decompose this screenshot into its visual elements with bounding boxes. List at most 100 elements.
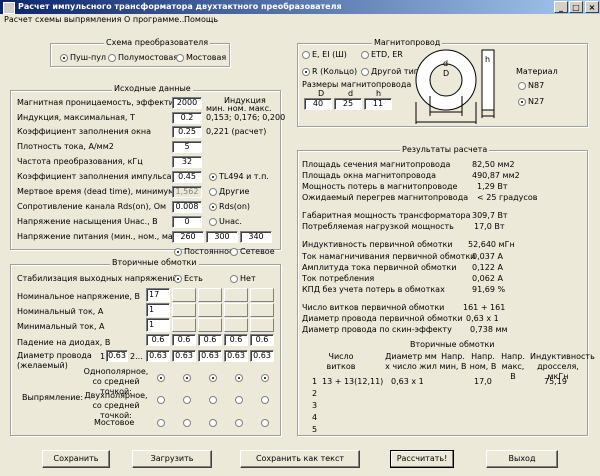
cell-nominal-voltage[interactable] — [172, 288, 196, 302]
result-label: Ток потребления — [302, 274, 375, 283]
label-dc-supply: Постоянное — [184, 247, 234, 256]
input-usat[interactable]: 0 — [172, 216, 202, 228]
cell-min-current[interactable] — [250, 318, 274, 332]
cell-nominal-voltage[interactable] — [224, 288, 248, 302]
save-button[interactable]: Сохранить — [42, 450, 110, 468]
window-title: Расчет импульсного трансформатора двухта… — [18, 2, 342, 11]
cell-nominal-current[interactable]: 1 — [146, 303, 170, 317]
radio-rect-bipolar[interactable] — [157, 396, 165, 404]
cell-min-current[interactable] — [224, 318, 248, 332]
close-button[interactable]: × — [585, 1, 599, 13]
cell-wire-diameter[interactable]: 0.63 — [198, 350, 222, 362]
radio-rect-single[interactable] — [183, 374, 191, 382]
radio-core-e[interactable] — [302, 51, 310, 59]
result-value: 0,062 А — [472, 274, 503, 283]
radio-rect-bipolar[interactable] — [261, 396, 269, 404]
input-rds[interactable]: 0.008 — [172, 201, 202, 213]
minimize-button[interactable]: _ — [554, 1, 568, 13]
radio-tl494[interactable] — [209, 173, 217, 181]
radio-rect-single[interactable] — [209, 374, 217, 382]
cell-diode-drop[interactable]: 0.6 — [198, 334, 222, 346]
input-dim-h[interactable]: 11 — [364, 98, 392, 110]
menu-rectifier[interactable]: Расчет схемы выпрямления — [4, 14, 121, 26]
label-current-density: Плотность тока, А/мм2 — [17, 142, 114, 151]
radio-mains-supply[interactable] — [230, 248, 238, 256]
sec-row-num: 4 — [312, 413, 318, 422]
maximize-button[interactable]: □ — [569, 1, 583, 13]
radio-stab-yes[interactable] — [174, 275, 182, 283]
radio-material-n27[interactable] — [518, 98, 526, 106]
result-value: 1,29 Вт — [477, 182, 508, 191]
load-button[interactable]: Загрузить — [132, 450, 212, 468]
radio-other-controller[interactable] — [209, 188, 217, 196]
label-stab-yes: Есть — [184, 274, 203, 283]
cell-nominal-current[interactable] — [198, 303, 222, 317]
input-dim-d[interactable]: 25 — [334, 98, 362, 110]
cell-wire-diameter[interactable]: 0.63 — [224, 350, 248, 362]
cell-nominal-voltage[interactable] — [250, 288, 274, 302]
input-dim-D[interactable]: 40 — [304, 98, 332, 110]
radio-rect-single[interactable] — [261, 374, 269, 382]
toroid-label-D: D — [443, 69, 450, 78]
wire-secondary-index: 2... — [130, 352, 143, 361]
radio-material-n87[interactable] — [518, 82, 526, 90]
cell-min-current[interactable] — [172, 318, 196, 332]
save-as-text-button[interactable]: Сохранить как текст — [240, 450, 360, 468]
exit-button[interactable]: Выход — [486, 450, 558, 468]
input-wire-primary[interactable]: 0.63 — [106, 350, 128, 362]
cell-nominal-current[interactable] — [172, 303, 196, 317]
cell-nominal-current[interactable] — [224, 303, 248, 317]
input-current-density[interactable]: 5 — [172, 141, 202, 153]
input-induction[interactable]: 0.2 — [172, 112, 202, 124]
input-permeability[interactable]: 2000 — [172, 97, 202, 109]
radio-push-pull[interactable] — [60, 54, 68, 62]
input-supply-max[interactable]: 340 — [240, 231, 272, 243]
radio-dc-supply[interactable] — [174, 248, 182, 256]
label-rds: Сопротивление канала Rds(on), Ом — [17, 202, 167, 211]
cell-wire-diameter[interactable]: 0.63 — [250, 350, 274, 362]
radio-half-bridge[interactable] — [108, 54, 116, 62]
cell-diode-drop[interactable]: 0.6 — [146, 334, 170, 346]
cell-diode-drop[interactable]: 0.6 — [224, 334, 248, 346]
calculate-button[interactable]: Рассчитать! — [390, 450, 454, 468]
cell-wire-diameter[interactable]: 0.63 — [146, 350, 170, 362]
input-supply-min[interactable]: 260 — [172, 231, 204, 243]
cell-min-current[interactable] — [198, 318, 222, 332]
radio-rds[interactable] — [209, 203, 217, 211]
radio-rect-bridge[interactable] — [235, 419, 243, 427]
input-duty[interactable]: 0.45 — [172, 171, 202, 183]
app-icon — [3, 2, 15, 14]
label-window-fill: Коэффициент заполнения окна — [17, 127, 152, 136]
radio-rect-single[interactable] — [235, 374, 243, 382]
radio-usat[interactable] — [209, 218, 217, 226]
radio-rect-bipolar[interactable] — [235, 396, 243, 404]
radio-full-bridge[interactable] — [176, 54, 184, 62]
radio-rect-bipolar[interactable] — [209, 396, 217, 404]
cell-diode-drop[interactable]: 0.6 — [250, 334, 274, 346]
radio-core-etd[interactable] — [361, 51, 369, 59]
label-mains-supply: Сетевое — [240, 247, 275, 256]
input-window-fill[interactable]: 0.25 — [172, 126, 202, 138]
menu-about[interactable]: О программе... — [124, 14, 187, 26]
radio-rect-bridge[interactable] — [261, 419, 269, 427]
menu-help[interactable]: Помощь — [184, 14, 218, 26]
radio-rect-bridge[interactable] — [157, 419, 165, 427]
input-supply-nom[interactable]: 300 — [206, 231, 238, 243]
cell-nominal-voltage[interactable] — [198, 288, 222, 302]
radio-rect-bridge[interactable] — [209, 419, 217, 427]
radio-rect-bridge[interactable] — [183, 419, 191, 427]
radio-core-other[interactable] — [361, 68, 369, 76]
input-frequency[interactable]: 32 — [172, 156, 202, 168]
radio-core-ring[interactable] — [302, 68, 310, 76]
cell-wire-diameter[interactable]: 0.63 — [172, 350, 196, 362]
cell-nominal-current[interactable] — [250, 303, 274, 317]
label-core-e: E, EI (Ш) — [312, 50, 347, 59]
radio-rect-bipolar[interactable] — [183, 396, 191, 404]
radio-stab-no[interactable] — [230, 275, 238, 283]
col-umax: Напр. макс, В — [501, 352, 525, 381]
cell-min-current[interactable]: 1 — [146, 318, 170, 332]
cell-diode-drop[interactable]: 0.6 — [172, 334, 196, 346]
cell-nominal-voltage[interactable]: 17 — [146, 288, 170, 302]
radio-rect-single[interactable] — [157, 374, 165, 382]
results-title: Результаты расчета — [400, 145, 490, 155]
